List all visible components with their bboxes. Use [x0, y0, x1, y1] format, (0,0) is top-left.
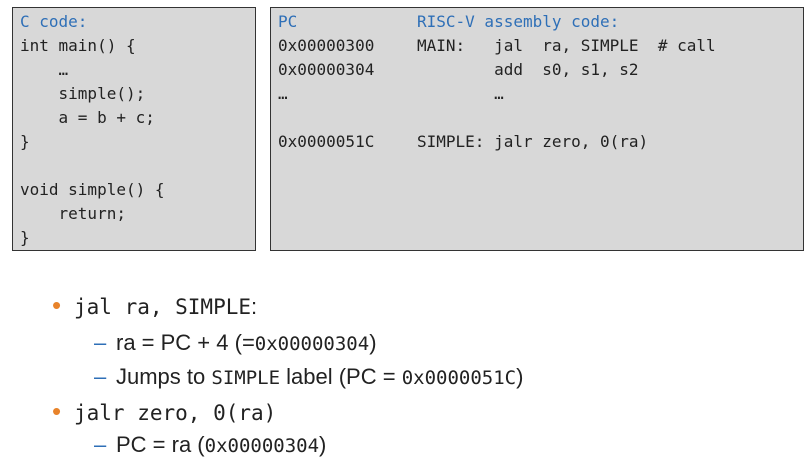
c-code-line: int main() { — [20, 36, 136, 55]
asm-line: add s0, s1, s2 — [417, 60, 639, 79]
sub-bullet-text: label (PC = — [280, 364, 402, 389]
c-code-line: } — [20, 228, 30, 247]
asm-line: MAIN: jal ra, SIMPLE # call — [417, 36, 716, 55]
c-code-line: } — [20, 132, 30, 151]
dash-icon: – — [94, 432, 107, 457]
c-code-line: … — [20, 60, 69, 79]
pc-value: 0x0000051C — [278, 132, 375, 151]
sub-bullet-text: ra = PC + 4 (= — [116, 330, 255, 355]
c-code-line: return; — [20, 204, 126, 223]
sub-bullet-text: ) — [516, 364, 524, 389]
sub-bullet-ra: ra = PC + 4 (=0x00000304) — [116, 330, 377, 356]
pc-value: … — [278, 84, 288, 103]
bullet-dot-icon: • — [52, 396, 62, 426]
sub-bullet-code: SIMPLE — [211, 367, 281, 389]
c-code-line: a = b + c; — [20, 108, 155, 127]
bullet-jal: jal ra, SIMPLE: — [74, 294, 257, 320]
sub-bullet-text: ) — [369, 330, 377, 355]
sub-bullet-code: 0x00000304 — [204, 435, 320, 457]
c-code-panel: C code: int main() { … simple(); a = b +… — [12, 7, 256, 251]
sub-bullet-text: PC = ra ( — [116, 432, 205, 457]
asm-header: RISC-V assembly code: — [417, 12, 620, 31]
sub-bullet-jump: Jumps to SIMPLE label (PC = 0x0000051C) — [116, 364, 523, 390]
bullet-dot-icon: • — [52, 290, 62, 320]
c-code-header: C code: — [20, 12, 88, 31]
bullet-code: jal ra, SIMPLE — [74, 295, 252, 319]
pc-header: PC — [278, 12, 298, 31]
sub-bullet-text: Jumps to — [116, 364, 212, 389]
asm-line: SIMPLE: jalr zero, 0(ra) — [417, 132, 649, 151]
sub-bullet-pc: PC = ra (0x00000304) — [116, 432, 326, 458]
bullet-jalr: jalr zero, 0(ra) — [74, 400, 276, 426]
pc-value: 0x00000300 — [278, 36, 375, 55]
pc-value: 0x00000304 — [278, 60, 375, 79]
dash-icon: – — [94, 364, 107, 389]
asm-line: … — [417, 84, 504, 103]
bullet-code: jalr zero, 0(ra) — [74, 401, 277, 425]
sub-bullet-code: 0x00000304 — [254, 333, 370, 355]
asm-code-panel: PC RISC-V assembly code: 0x00000300 MAIN… — [270, 7, 804, 251]
sub-bullet-text: ) — [319, 432, 327, 457]
bullet-text: : — [251, 294, 258, 319]
c-code-line: simple(); — [20, 84, 146, 103]
sub-bullet-code: 0x0000051C — [401, 367, 517, 389]
c-code-line: void simple() { — [20, 180, 165, 199]
dash-icon: – — [94, 330, 107, 355]
